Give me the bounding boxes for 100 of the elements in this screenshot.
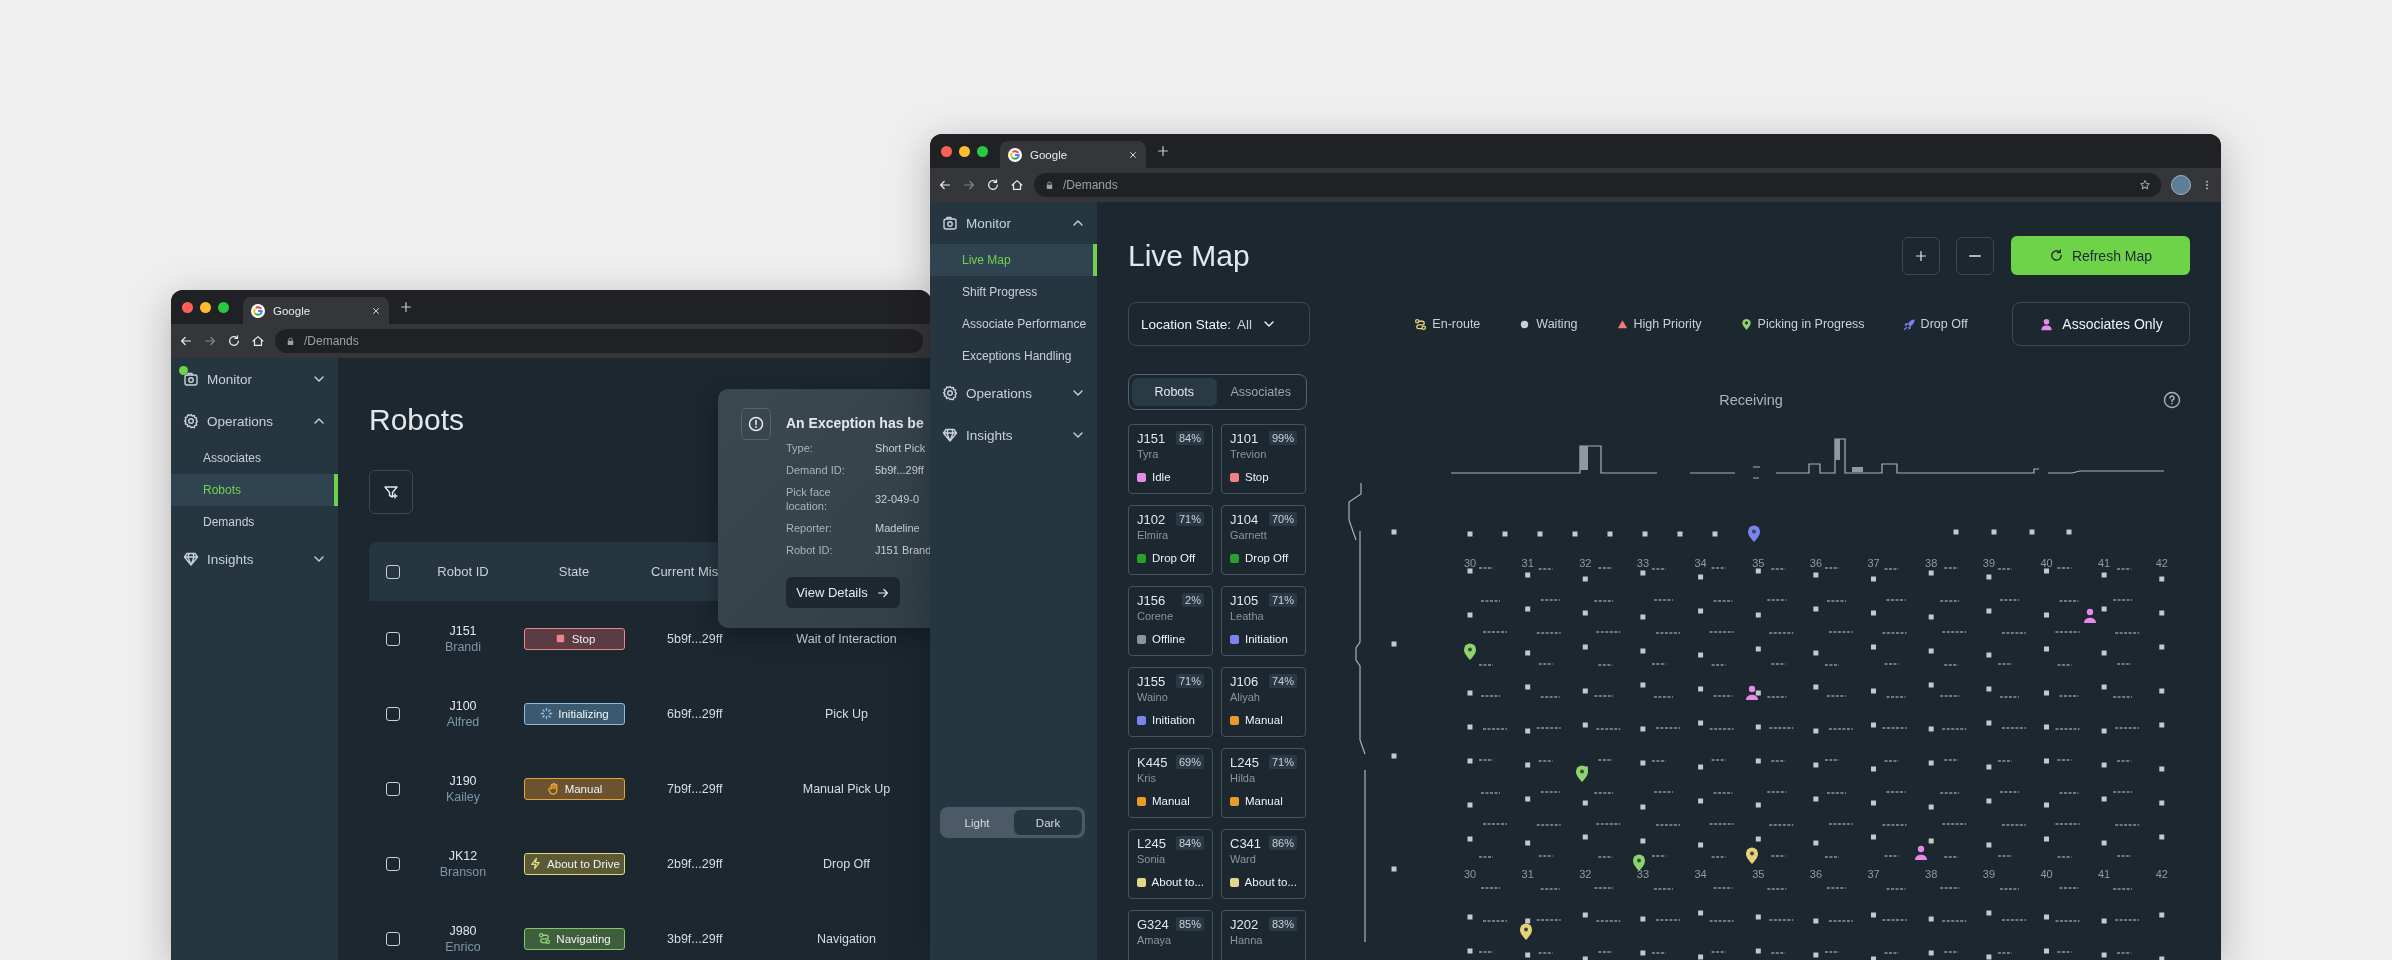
robot-name: Hilda — [1230, 771, 1256, 785]
person-icon[interactable] — [1915, 845, 1927, 860]
battery-badge: 85% — [1175, 917, 1204, 931]
robot-name: Ward — [1230, 852, 1256, 866]
forward-arrow-icon[interactable] — [962, 178, 976, 192]
checkbox[interactable] — [386, 564, 400, 579]
location-state-dropdown[interactable]: Location State: All — [1128, 302, 1310, 346]
robot-card[interactable]: J106 Aliyah 74% Manual — [1221, 667, 1306, 737]
sidebar-section[interactable]: Insights — [171, 538, 338, 580]
theme-option[interactable]: Dark — [1014, 810, 1082, 835]
back-arrow-icon[interactable] — [179, 334, 193, 348]
field-value: 5b9f...29ff — [875, 463, 925, 477]
field-label: Type: — [786, 441, 814, 455]
robot-name: Tyra — [1137, 447, 1159, 461]
person-icon[interactable] — [1746, 685, 1758, 700]
zoom-in-button[interactable] — [1902, 236, 1940, 275]
sidebar-section[interactable]: Operations — [171, 400, 338, 442]
close-window-button[interactable] — [941, 145, 952, 157]
robot-card[interactable]: J104 Garnett 70% Drop Off — [1221, 505, 1306, 575]
view-details-button[interactable]: View Details — [786, 577, 900, 608]
maximize-window-button[interactable] — [218, 301, 229, 313]
robot-name: Kailey — [445, 788, 480, 805]
sidebar-section[interactable]: Operations — [930, 372, 1097, 414]
sidebar-item[interactable]: Robots — [171, 474, 338, 506]
map-title: Receiving — [1719, 392, 1783, 408]
sidebar-item[interactable]: Associates — [171, 442, 338, 474]
robot-card[interactable]: J101 Trevion 99% Stop — [1221, 424, 1306, 494]
refresh-map-button[interactable]: Refresh Map — [2011, 236, 2190, 275]
robot-id: L245 — [1230, 755, 1259, 771]
robot-card[interactable]: J155 Waino 71% Initiation — [1128, 667, 1213, 737]
robot-state: Manual — [1245, 795, 1283, 807]
map-pin-icon[interactable] — [1746, 847, 1758, 864]
spinner-icon — [540, 707, 554, 720]
map-pin-icon[interactable] — [1520, 923, 1532, 940]
home-icon[interactable] — [1010, 178, 1024, 192]
close-icon — [371, 305, 381, 316]
robot-name: Hanna — [1230, 933, 1263, 947]
theme-option[interactable]: Light — [943, 810, 1011, 835]
minimize-window-button[interactable] — [959, 145, 970, 157]
robot-card[interactable]: L245 Sonia 84% About to... — [1128, 829, 1213, 899]
robot-card[interactable]: J202 Hanna 83% — [1221, 910, 1306, 960]
robot-card[interactable]: J102 Elmira 71% Drop Off — [1128, 505, 1213, 575]
robot-name: Sonia — [1137, 852, 1166, 866]
robot-state: Drop Off — [1245, 552, 1289, 564]
checkbox[interactable] — [386, 781, 400, 796]
state-badge: Navigating — [524, 927, 625, 950]
address-field[interactable]: /Demands — [1034, 173, 2161, 197]
person-icon — [2039, 316, 2055, 332]
robot-id: J155 — [1137, 674, 1166, 690]
address-field[interactable]: /Demands — [275, 329, 923, 353]
robot-card[interactable]: C341 Ward 86% About to... — [1221, 829, 1306, 899]
checkbox[interactable] — [386, 706, 400, 721]
reload-icon[interactable] — [227, 334, 241, 348]
robot-card[interactable]: L245 Hilda 71% Manual — [1221, 748, 1306, 818]
person-icon[interactable] — [2084, 608, 2096, 623]
map-pin-icon[interactable] — [1748, 525, 1760, 542]
robot-card[interactable]: J156 Corene 2% Offline — [1128, 586, 1213, 656]
popup-title: An Exception has be — [786, 415, 925, 431]
map-pin-icon[interactable] — [1464, 643, 1476, 660]
close-window-button[interactable] — [182, 301, 193, 313]
map-pin-icon[interactable] — [1576, 765, 1588, 782]
maximize-window-button[interactable] — [977, 145, 988, 157]
aisle-label: 41 — [2098, 868, 2111, 880]
add-filter-button[interactable] — [369, 470, 413, 514]
browser-tab[interactable]: Google — [243, 297, 389, 324]
sidebar-item[interactable]: Exceptions Handling — [930, 340, 1097, 372]
sidebar-item[interactable]: Associate Performance — [930, 308, 1097, 340]
robot-card[interactable]: J151 Tyra 84% Idle — [1128, 424, 1213, 494]
robot-card[interactable]: J105 Leatha 71% Initiation — [1221, 586, 1306, 656]
view-tab[interactable]: Associates — [1218, 378, 1303, 406]
battery-badge: 71% — [1268, 593, 1297, 607]
forward-arrow-icon[interactable] — [203, 334, 217, 348]
robot-card[interactable]: G324 Amaya 85% — [1128, 910, 1213, 960]
sidebar-section[interactable]: Insights — [930, 414, 1097, 456]
new-tab-icon[interactable] — [1156, 144, 1170, 158]
back-arrow-icon[interactable] — [938, 178, 952, 192]
checkbox[interactable] — [386, 856, 400, 871]
help-icon[interactable] — [2163, 391, 2181, 409]
sidebar-section[interactable]: Monitor — [171, 358, 338, 400]
sidebar-item[interactable]: Demands — [171, 506, 338, 538]
minimize-window-button[interactable] — [200, 301, 211, 313]
checkbox[interactable] — [386, 631, 400, 646]
sidebar-item[interactable]: Shift Progress — [930, 276, 1097, 308]
associates-only-button[interactable]: Associates Only — [2012, 302, 2190, 346]
robot-id: J100 — [449, 697, 477, 714]
star-icon[interactable] — [2139, 179, 2151, 191]
sidebar-item[interactable]: Live Map — [930, 244, 1097, 276]
browser-tab[interactable]: Google — [1000, 141, 1146, 168]
reload-icon[interactable] — [986, 178, 1000, 192]
view-tab[interactable]: Robots — [1132, 378, 1217, 406]
checkbox[interactable] — [386, 931, 400, 946]
sidebar-section[interactable]: Monitor — [930, 202, 1097, 244]
state-badge: Stop — [524, 627, 625, 650]
map-pin-icon[interactable] — [1633, 854, 1645, 871]
robot-card[interactable]: K445 Kris 69% Manual — [1128, 748, 1213, 818]
home-icon[interactable] — [251, 334, 265, 348]
battery-badge: 74% — [1268, 674, 1297, 688]
new-tab-icon[interactable] — [399, 300, 413, 314]
robot-id: J101 — [1230, 431, 1259, 447]
avatar[interactable] — [2171, 175, 2191, 195]
